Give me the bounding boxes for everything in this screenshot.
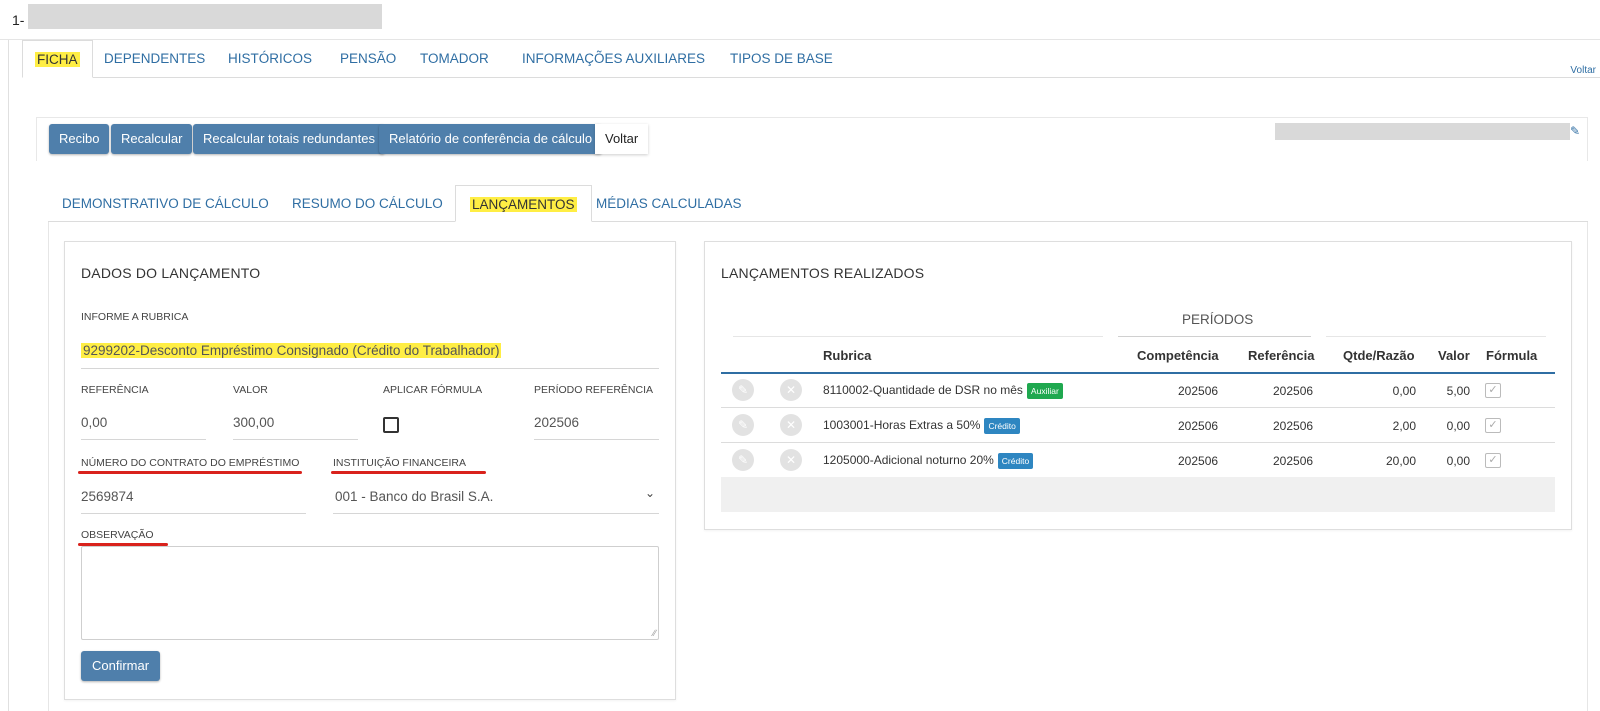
page-title: 1- [12,12,25,28]
referencia-label: REFERÊNCIA [81,384,149,396]
col-valor: Valor [1438,348,1470,363]
delete-row-icon[interactable]: ✕ [780,379,802,401]
contrato-label: NÚMERO DO CONTRATO DO EMPRÉSTIMO [81,457,300,469]
badge-credito: Crédito [997,453,1034,469]
row-referencia: 202506 [1273,454,1314,468]
aplicar-formula-checkbox[interactable] [383,417,399,433]
periodos-header: PERÍODOS [1182,312,1254,327]
col-competencia: Competência [1137,348,1219,363]
row-referencia: 202506 [1273,419,1314,433]
periodo-underline [534,439,659,440]
chevron-down-icon[interactable]: ⌄ [645,486,655,500]
rubrica-underline [81,368,659,369]
formula-check-icon: ✓ [1485,383,1501,398]
observacao-label: OBSERVAÇÃO [81,529,154,541]
row-competencia: 202506 [1178,454,1219,468]
tab-lancamentos[interactable]: LANÇAMENTOS [455,185,592,222]
edit-row-icon[interactable]: ✎ [732,449,754,471]
row-rubrica: 1003001-Horas Extras a 50% Crédito [823,418,1020,434]
col-formula: Fórmula [1486,348,1538,363]
referencia-underline [81,439,206,440]
contrato-input[interactable]: 2569874 [81,489,134,504]
tab-resumo[interactable]: RESUMO DO CÁLCULO [278,185,457,222]
badge-credito: Crédito [984,418,1020,434]
recalcular-button[interactable]: Recalcular [111,124,193,154]
valor-label: VALOR [233,384,268,396]
main-tabs: FICHA DEPENDENTES HISTÓRICOS PENSÃO TOMA… [22,40,1600,78]
tab-informacoes-auxiliares[interactable]: INFORMAÇÕES AUXILIARES [510,40,717,78]
tab-ficha[interactable]: FICHA [22,40,93,78]
row-valor: 0,00 [1446,454,1470,468]
form-title: DADOS DO LANÇAMENTO [81,265,261,281]
row-rubrica: 8110002-Quantidade de DSR no mês Auxiliar [823,383,1063,399]
row-valor: 5,00 [1446,384,1470,398]
row-competencia: 202506 [1178,384,1219,398]
redacted-title [28,4,382,29]
edit-row-icon[interactable]: ✎ [732,379,754,401]
rubrica-input[interactable]: 9299202-Desconto Empréstimo Consignado (… [81,343,502,358]
row-qtde: 20,00 [1385,454,1416,468]
delete-row-icon[interactable]: ✕ [780,449,802,471]
row-rubrica: 1205000-Adicional noturno 20% Crédito [823,453,1034,469]
instituicao-label: INSTITUIÇÃO FINANCEIRA [333,457,467,469]
edit-row-icon[interactable]: ✎ [732,414,754,436]
col-rubrica: Rubrica [823,348,872,363]
col-qtde-razao: Qtde/Razão [1343,348,1415,363]
voltar-button[interactable]: Voltar [595,124,649,154]
row-divider [721,442,1555,443]
tab-demonstrativo[interactable]: DEMONSTRATIVO DE CÁLCULO [48,185,283,222]
tab-dependentes[interactable]: DEPENDENTES [92,40,217,78]
valor-input[interactable]: 300,00 [233,415,274,430]
rubrica-label: INFORME A RUBRICA [81,311,189,323]
instituicao-underline [333,513,659,514]
observacao-textarea[interactable]: ∕∕ [81,546,659,640]
instituicao-select[interactable]: 001 - Banco do Brasil S.A. [335,489,493,504]
tab-historicos[interactable]: HISTÓRICOS [216,40,324,78]
resize-handle-icon[interactable]: ∕∕ [653,628,656,638]
referencia-input[interactable]: 0,00 [81,415,107,430]
group-line-left [733,336,1103,337]
relatorio-conferencia-button[interactable]: Relatório de conferência de cálculo [379,124,603,154]
row-referencia: 202506 [1273,384,1314,398]
calc-tabs: DEMONSTRATIVO DE CÁLCULO RESUMO DO CÁLCU… [48,185,1588,222]
contrato-underline [81,513,306,514]
delete-row-icon[interactable]: ✕ [780,414,802,436]
badge-auxiliar: Auxiliar [1026,383,1063,399]
col-referencia: Referência [1248,348,1315,363]
voltar-link[interactable]: Voltar [1570,65,1596,76]
tab-medias[interactable]: MÉDIAS CALCULADAS [582,185,756,222]
recalcular-totais-button[interactable]: Recalcular totais redundantes [193,124,385,154]
group-line-right [1326,336,1546,337]
periodos-line [1118,336,1311,337]
instituicao-red-underline [331,471,486,474]
periodo-referencia-input[interactable]: 202506 [534,415,579,430]
row-valor: 0,00 [1446,419,1470,433]
redacted-info [1275,123,1570,140]
aplicar-formula-label: APLICAR FÓRMULA [383,384,483,396]
recibo-button[interactable]: Recibo [49,124,110,154]
row-competencia: 202506 [1178,419,1219,433]
top-bar: 1- [0,0,1600,40]
tab-tipos-de-base[interactable]: TIPOS DE BASE [718,40,845,78]
row-qtde: 2,00 [1392,419,1416,433]
left-divider [8,40,9,711]
valor-underline [233,439,358,440]
edit-icon[interactable]: ✎ [1570,124,1584,138]
tab-tomador[interactable]: TOMADOR [408,40,501,78]
header-underline [721,372,1555,374]
row-qtde: 0,00 [1392,384,1416,398]
row-divider [721,407,1555,408]
periodo-referencia-label: PERÍODO REFERÊNCIA [534,384,654,396]
table-footer [721,477,1555,512]
contrato-red-underline [78,471,302,474]
confirmar-button[interactable]: Confirmar [81,651,161,681]
formula-check-icon: ✓ [1485,453,1501,468]
formula-check-icon: ✓ [1485,418,1501,433]
tab-pensao[interactable]: PENSÃO [328,40,408,78]
table-title: LANÇAMENTOS REALIZADOS [721,265,925,281]
